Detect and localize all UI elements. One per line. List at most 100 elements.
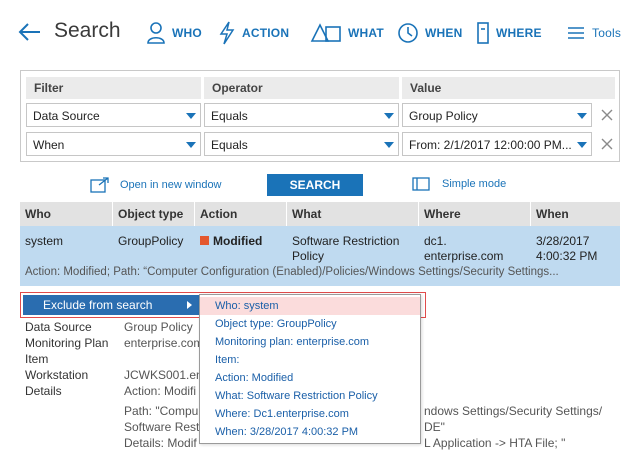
filter-panel: Filter Operator Value Data Source Equals… xyxy=(20,70,620,162)
search-button[interactable]: SEARCH xyxy=(267,174,363,196)
detail-value-details-4b: L Application -> HTA File; " xyxy=(424,436,566,450)
open-new-window-link[interactable]: Open in new window xyxy=(90,177,222,193)
detail-label-monitoring-plan: Monitoring Plan xyxy=(25,336,109,350)
chevron-right-icon xyxy=(187,301,192,309)
operator-select-2[interactable]: Equals xyxy=(204,132,399,156)
cell-what-line-1: Software Restriction xyxy=(292,234,400,248)
operator-select-2-value: Equals xyxy=(211,138,248,152)
filter-select-2[interactable]: When xyxy=(26,132,201,156)
nav-who-label: WHO xyxy=(172,26,202,40)
detail-label-data-source: Data Source xyxy=(25,320,92,334)
cell-where-line-1: dc1. xyxy=(424,234,447,248)
exclude-from-search-label: Exclude from search xyxy=(43,298,153,312)
chevron-down-icon xyxy=(577,113,587,119)
tools-label: Tools xyxy=(592,26,622,40)
simple-mode-icon xyxy=(412,177,430,191)
detail-value-monitoring-plan: enterprise.com xyxy=(124,336,204,350)
row-details-summary: Action: Modified; Path: “Computer Config… xyxy=(25,266,559,278)
nav-where-button[interactable]: WHERE xyxy=(476,18,542,48)
column-where[interactable]: Where xyxy=(419,202,531,226)
remove-filter-1-icon[interactable] xyxy=(600,108,614,122)
top-bar: Search WHO ACTION WHAT WHEN WHERE Tools xyxy=(0,0,640,64)
remove-filter-2-icon[interactable] xyxy=(600,137,614,151)
results-header: Who Object type Action What Where When xyxy=(20,202,620,226)
value-header: Value xyxy=(402,77,615,99)
chevron-down-icon xyxy=(577,142,587,148)
cell-what-line-2: Policy xyxy=(292,249,325,263)
detail-value-workstation: JCWKS001.ent xyxy=(124,368,207,382)
detail-value-details-2: Path: "Compu xyxy=(124,404,199,418)
column-what[interactable]: What xyxy=(287,202,419,226)
cell-when-line-1: 3/28/2017 xyxy=(536,234,590,248)
filter-select-2-value: When xyxy=(33,138,65,152)
column-when[interactable]: When xyxy=(531,202,620,226)
chevron-down-icon xyxy=(186,142,196,148)
submenu-item-who[interactable]: Who: system xyxy=(200,297,420,315)
chevron-down-icon xyxy=(186,113,196,119)
submenu-item-where[interactable]: Where: Dc1.enterprise.com xyxy=(200,405,420,423)
value-select-1-value: Group Policy xyxy=(409,109,478,123)
cell-object-type: GroupPolicy xyxy=(118,234,184,248)
cell-when: 3/28/2017 4:00:32 PM xyxy=(536,234,597,264)
action-status-icon xyxy=(200,236,209,245)
column-who[interactable]: Who xyxy=(20,202,113,226)
exclude-from-search-menu-item[interactable]: Exclude from search xyxy=(23,295,200,315)
column-action[interactable]: Action xyxy=(195,202,287,226)
menu-icon xyxy=(568,27,584,39)
submenu-item-when[interactable]: When: 3/28/2017 4:00:32 PM xyxy=(200,423,420,441)
submenu-item-object-type[interactable]: Object type: GroupPolicy xyxy=(200,315,420,333)
submenu-item-what[interactable]: What: Software Restriction Policy xyxy=(200,387,420,405)
search-actions: Open in new window SEARCH Simple mode xyxy=(0,173,640,197)
shapes-icon xyxy=(310,23,341,42)
external-window-icon xyxy=(90,177,109,193)
cell-who: system xyxy=(25,234,64,248)
nav-what-label: WHAT xyxy=(348,26,384,40)
exclude-submenu: Who: system Object type: GroupPolicy Mon… xyxy=(199,294,421,444)
chevron-down-icon xyxy=(384,113,394,119)
detail-value-details-3b: DE" xyxy=(424,420,445,434)
table-row[interactable]: system GroupPolicy Modified Software Res… xyxy=(20,226,620,286)
nav-action-button[interactable]: ACTION xyxy=(218,18,289,48)
nav-what-button[interactable]: WHAT xyxy=(310,18,384,48)
value-select-1[interactable]: Group Policy xyxy=(402,103,592,127)
detail-value-data-source: Group Policy xyxy=(124,320,193,334)
submenu-item-item[interactable]: Item: xyxy=(200,351,420,369)
detail-value-details-2b: ndows Settings/Security Settings/ xyxy=(424,404,603,418)
cell-action-text: Modified xyxy=(213,234,263,248)
tools-button[interactable]: Tools xyxy=(566,18,621,48)
open-new-window-label: Open in new window xyxy=(120,179,222,191)
submenu-item-action[interactable]: Action: Modified xyxy=(200,369,420,387)
filter-select-1[interactable]: Data Source xyxy=(26,103,201,127)
operator-select-1[interactable]: Equals xyxy=(204,103,399,127)
operator-header: Operator xyxy=(204,77,399,99)
cell-where: dc1. enterprise.com xyxy=(424,234,503,264)
cell-what: Software Restriction Policy xyxy=(292,234,399,264)
detail-label-workstation: Workstation xyxy=(25,368,89,382)
column-object-type[interactable]: Object type xyxy=(113,202,195,226)
simple-mode-link[interactable]: Simple mode xyxy=(412,177,506,191)
detail-value-details-4: Details: Modif xyxy=(124,436,197,450)
submenu-item-monitoring-plan[interactable]: Monitoring plan: enterprise.com xyxy=(200,333,420,351)
nav-when-label: WHEN xyxy=(425,26,463,40)
nav-who-button[interactable]: WHO xyxy=(146,18,202,48)
nav-where-label: WHERE xyxy=(496,26,542,40)
chevron-down-icon xyxy=(384,142,394,148)
detail-value-details-3: Software Restri xyxy=(124,420,207,434)
detail-label-item: Item xyxy=(25,352,49,366)
filter-select-1-value: Data Source xyxy=(33,109,100,123)
building-icon xyxy=(477,22,489,44)
cell-when-line-2: 4:00:32 PM xyxy=(536,249,598,263)
value-select-2-value: From: 2/1/2017 12:00:00 PM... xyxy=(409,138,572,152)
lightning-icon xyxy=(219,21,235,45)
nav-when-button[interactable]: WHEN xyxy=(397,18,462,48)
nav-action-label: ACTION xyxy=(242,26,290,40)
detail-value-details-1: Action: Modifi xyxy=(124,384,197,398)
value-select-2[interactable]: From: 2/1/2017 12:00:00 PM... xyxy=(402,132,592,156)
cell-where-line-2: enterprise.com xyxy=(424,249,504,263)
page-title: Search xyxy=(54,19,121,42)
operator-select-1-value: Equals xyxy=(211,109,248,123)
cell-action: Modified xyxy=(200,234,262,249)
person-icon xyxy=(147,22,165,44)
simple-mode-label: Simple mode xyxy=(442,178,507,190)
back-arrow-icon[interactable] xyxy=(16,18,44,46)
